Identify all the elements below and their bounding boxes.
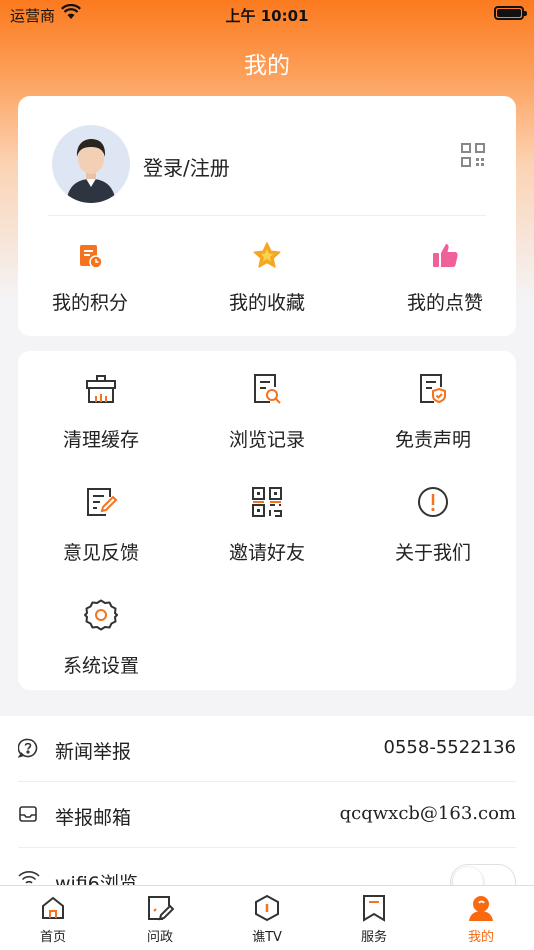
email-address[interactable]: qcqwxcb@163.com xyxy=(340,803,516,824)
stat-favorites[interactable]: 我的收藏 xyxy=(187,238,347,315)
disclaimer-icon xyxy=(350,369,516,409)
tool-about[interactable]: 关于我们 xyxy=(350,482,516,565)
home-icon xyxy=(0,892,106,924)
edit-icon xyxy=(107,892,213,924)
tab-label: 服务 xyxy=(360,930,387,945)
tab-label: 首页 xyxy=(39,930,66,945)
tab-mine[interactable]: 我的 xyxy=(428,892,534,945)
tool-label: 清理缓存 xyxy=(62,429,139,451)
tab-label: 谯TV xyxy=(252,930,282,945)
tv-icon xyxy=(214,892,320,924)
phone-number[interactable]: 0558-5522136 xyxy=(384,737,516,758)
help-circle-icon xyxy=(17,738,38,762)
battery-icon xyxy=(494,6,527,20)
stat-label: 我的积分 xyxy=(51,292,128,314)
tab-tv[interactable]: 谯TV xyxy=(214,892,320,945)
profile-card: 登录/注册 我的积分 我的收藏 我的点赞 xyxy=(18,96,516,336)
qr-code-icon xyxy=(184,482,350,522)
tool-disclaimer[interactable]: 免责声明 xyxy=(350,369,516,452)
stat-points[interactable]: 我的积分 xyxy=(10,238,170,315)
avatar[interactable] xyxy=(52,125,130,203)
feedback-icon xyxy=(18,482,184,522)
page-title: 我的 xyxy=(244,53,290,79)
status-bar: 运营商 上午 10:01 xyxy=(0,0,534,28)
clock: 上午 10:01 xyxy=(225,7,309,25)
tab-bar: 首页 问政 谯TV 服务 我的 xyxy=(0,885,534,950)
stat-label: 我的点赞 xyxy=(406,292,483,314)
divider xyxy=(48,215,486,216)
tool-feedback[interactable]: 意见反馈 xyxy=(18,482,184,565)
avatar-person-icon xyxy=(66,139,116,203)
tool-label: 关于我们 xyxy=(394,542,471,564)
tool-label: 系统设置 xyxy=(62,655,139,677)
bookmark-icon xyxy=(321,892,427,924)
stat-label: 我的收藏 xyxy=(228,292,305,314)
tab-wenzheng[interactable]: 问政 xyxy=(107,892,213,945)
clear-cache-icon xyxy=(18,369,184,409)
thumbs-up-icon xyxy=(365,238,525,274)
list-label: 新闻举报 xyxy=(55,741,132,763)
tool-history[interactable]: 浏览记录 xyxy=(184,369,350,452)
gear-icon xyxy=(18,595,184,635)
tool-settings[interactable]: 系统设置 xyxy=(18,595,184,678)
tab-home[interactable]: 首页 xyxy=(0,892,106,945)
history-icon xyxy=(184,369,350,409)
tools-card: 清理缓存 浏览记录 免责声明 意见反馈 邀请好友 关于我们 系统设置 xyxy=(18,351,516,690)
tool-label: 免责声明 xyxy=(394,429,471,451)
tool-clear-cache[interactable]: 清理缓存 xyxy=(18,369,184,452)
tab-label: 我的 xyxy=(467,930,494,945)
list-item-report-email[interactable]: 举报邮箱 qcqwxcb@163.com xyxy=(18,782,516,848)
login-register-link[interactable]: 登录/注册 xyxy=(143,152,230,181)
inbox-icon xyxy=(18,804,38,828)
tab-label: 问政 xyxy=(146,930,173,945)
stat-likes[interactable]: 我的点赞 xyxy=(365,238,525,315)
qr-code-icon[interactable] xyxy=(460,142,486,172)
tool-invite[interactable]: 邀请好友 xyxy=(184,482,350,565)
star-icon xyxy=(187,238,347,274)
profile-icon xyxy=(428,892,534,924)
points-icon xyxy=(10,238,170,274)
tool-label: 浏览记录 xyxy=(228,429,305,451)
tool-label: 邀请好友 xyxy=(228,542,305,564)
tab-service[interactable]: 服务 xyxy=(321,892,427,945)
tool-label: 意见反馈 xyxy=(62,542,139,564)
settings-list: 新闻举报 0558-5522136 举报邮箱 qcqwxcb@163.com w… xyxy=(0,716,534,900)
list-label: 举报邮箱 xyxy=(55,807,132,829)
list-item-news-report[interactable]: 新闻举报 0558-5522136 xyxy=(17,716,516,782)
info-icon xyxy=(350,482,516,522)
